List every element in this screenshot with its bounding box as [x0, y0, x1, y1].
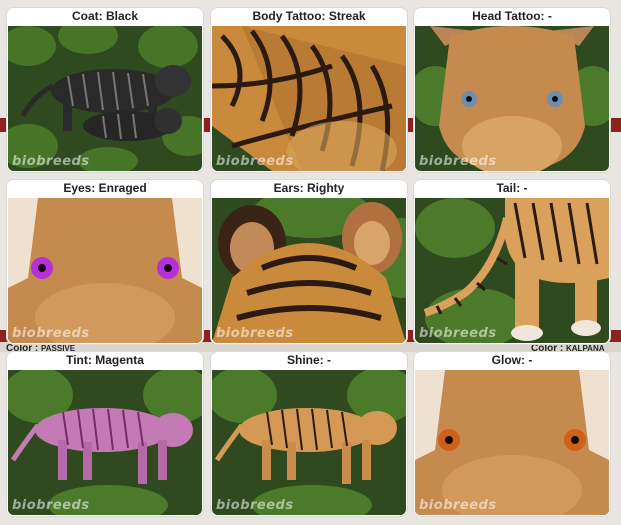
- watermark-text: biobreeds: [12, 154, 90, 169]
- trait-card-body-tattoo[interactable]: Body Tattoo: Streak biobreeds: [211, 8, 407, 172]
- watermark-text: biobreeds: [419, 154, 497, 169]
- trait-card-title: Shine: -: [287, 353, 331, 367]
- trait-card-title: Tint: Magenta: [66, 353, 144, 367]
- trait-card-glow[interactable]: Glow: - biobreeds: [414, 352, 610, 516]
- head-tattoo-image: biobreeds: [415, 26, 609, 171]
- watermark-text: biobreeds: [216, 498, 294, 513]
- watermark-text: biobreeds: [419, 326, 497, 341]
- trait-card-grid: Coat: Black biobreeds Body Tattoo: Strea…: [0, 0, 621, 525]
- trait-card-title: Body Tattoo: Streak: [252, 9, 366, 23]
- trait-card-tail[interactable]: Tail: - biobreeds: [414, 180, 610, 344]
- watermark-text: biobreeds: [216, 154, 294, 169]
- enraged-eyes-image: biobreeds: [8, 198, 202, 343]
- glow-image: biobreeds: [415, 370, 609, 515]
- tail-image: biobreeds: [415, 198, 609, 343]
- trait-card-title: Tail: -: [496, 181, 528, 195]
- righty-ears-image: biobreeds: [212, 198, 406, 343]
- trait-card-head-tattoo[interactable]: Head Tattoo: - biobreeds: [414, 8, 610, 172]
- trait-card-title: Glow: -: [491, 353, 533, 367]
- watermark-text: biobreeds: [12, 498, 90, 513]
- watermark-text: biobreeds: [12, 326, 90, 341]
- streak-tattoo-image: biobreeds: [212, 26, 406, 171]
- trait-card-shine[interactable]: Shine: - biobreeds: [211, 352, 407, 516]
- trait-card-coat[interactable]: Coat: Black biobreeds: [7, 8, 203, 172]
- watermark-text: biobreeds: [419, 498, 497, 513]
- trait-card-title: Eyes: Enraged: [63, 181, 147, 195]
- trait-card-title: Head Tattoo: -: [472, 9, 552, 23]
- magenta-tint-image: biobreeds: [8, 370, 202, 515]
- trait-card-eyes[interactable]: Eyes: Enraged biobreeds: [7, 180, 203, 344]
- watermark-text: biobreeds: [216, 326, 294, 341]
- trait-card-tint[interactable]: Tint: Magenta biobreeds: [7, 352, 203, 516]
- black-tiger-image: biobreeds: [8, 26, 202, 171]
- shine-image: biobreeds: [212, 370, 406, 515]
- trait-card-ears[interactable]: Ears: Righty biobreeds: [211, 180, 407, 344]
- trait-card-title: Coat: Black: [71, 9, 139, 23]
- trait-card-title: Ears: Righty: [273, 181, 345, 195]
